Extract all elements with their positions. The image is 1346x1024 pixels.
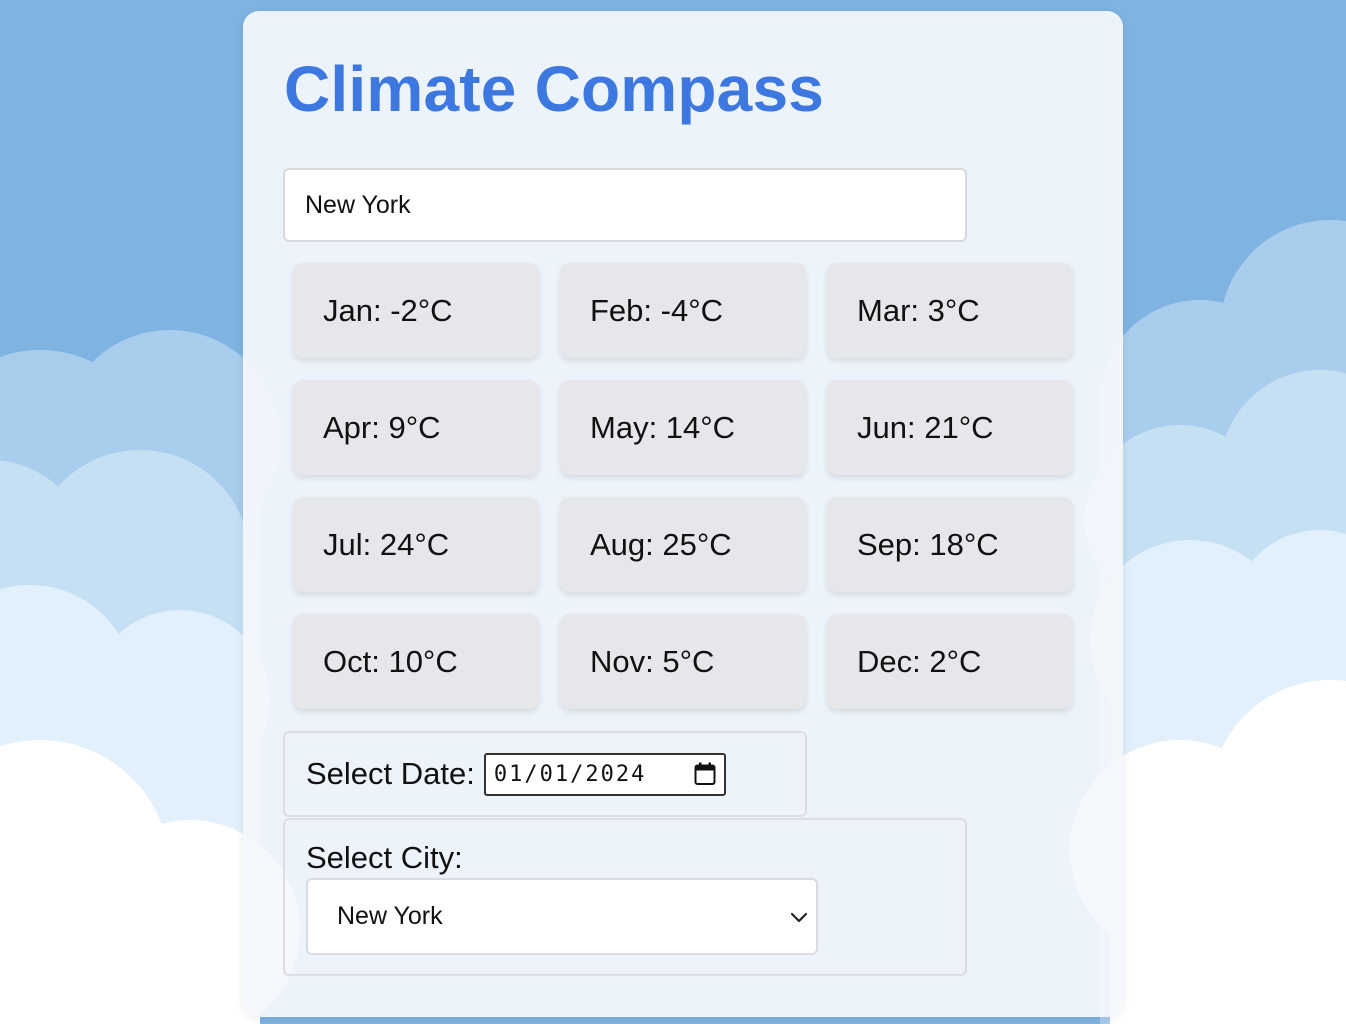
month-card-may: May: 14°C [560,380,806,475]
page-title: Climate Compass [284,53,825,125]
month-card-jan: Jan: -2°C [293,263,539,358]
month-card-dec: Dec: 2°C [827,614,1073,709]
date-selector-group: Select Date: 01/01/2024 [283,731,807,817]
month-card-mar: Mar: 3°C [827,263,1073,358]
climate-card: Climate Compass Jan: -2°C Feb: -4°C Mar:… [243,11,1123,1017]
month-card-sep: Sep: 18°C [827,497,1073,592]
date-label: Select Date: [306,756,475,791]
date-value: 01/01/2024 [493,761,647,787]
month-card-aug: Aug: 25°C [560,497,806,592]
city-select-value: New York [337,902,443,930]
city-label: Select City: [306,840,463,875]
monthly-temperature-grid: Jan: -2°C Feb: -4°C Mar: 3°C Apr: 9°C Ma… [293,263,1073,709]
month-card-apr: Apr: 9°C [293,380,539,475]
city-selector-group: Select City: New York [283,818,967,976]
calendar-icon[interactable] [694,762,716,786]
date-input[interactable]: 01/01/2024 [483,752,726,796]
city-search-input[interactable] [283,168,967,242]
chevron-down-icon [788,906,810,928]
month-card-feb: Feb: -4°C [560,263,806,358]
month-card-jul: Jul: 24°C [293,497,539,592]
month-card-nov: Nov: 5°C [560,614,806,709]
month-card-oct: Oct: 10°C [293,614,539,709]
city-select[interactable]: New York [306,878,818,955]
month-card-jun: Jun: 21°C [827,380,1073,475]
